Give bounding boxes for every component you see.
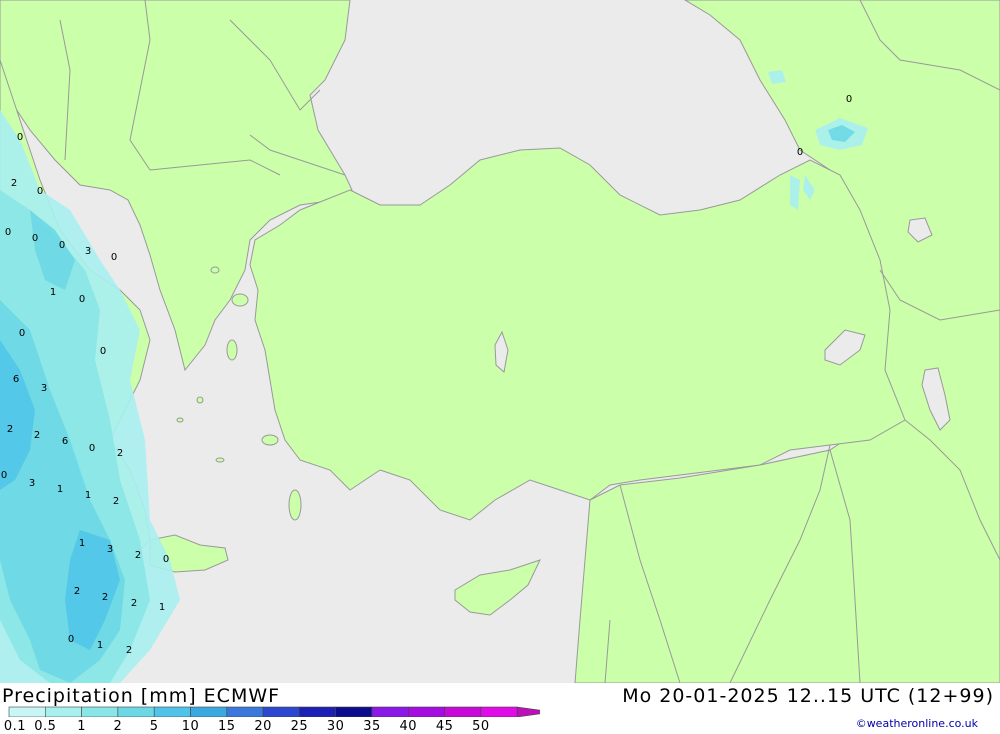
legend-tick-label: 5 xyxy=(149,719,159,734)
forecast-datetime: Mo 20-01-2025 12..15 UTC (12+99) xyxy=(622,685,994,707)
legend-swatch xyxy=(226,706,264,717)
legend-tick-label: 30 xyxy=(326,719,345,734)
precip-value: 0 xyxy=(111,252,117,263)
legend-swatch xyxy=(444,706,482,717)
legend-swatch xyxy=(407,706,445,717)
precip-value: 2 xyxy=(102,592,108,603)
credit-link[interactable]: ©weatheronline.co.uk xyxy=(856,717,978,730)
precip-value: 2 xyxy=(131,598,137,609)
legend-swatch xyxy=(8,706,46,717)
precip-value: 0 xyxy=(32,233,38,244)
precip-value: 6 xyxy=(13,374,19,385)
precip-value: 2 xyxy=(135,550,141,561)
legend-tick-label: 10 xyxy=(181,719,200,734)
precip-value: 2 xyxy=(117,448,123,459)
precip-value: 0 xyxy=(19,328,25,339)
map-title: Precipitation [mm] ECMWF xyxy=(2,685,281,707)
precip-value: 1 xyxy=(159,602,165,613)
legend-tick-label: 50 xyxy=(472,719,490,734)
legend-swatch xyxy=(335,706,373,717)
precip-value: 2 xyxy=(34,430,40,441)
precip-value: 0 xyxy=(846,94,852,105)
precip-value: 3 xyxy=(29,478,35,489)
legend-swatch xyxy=(262,706,300,717)
precipitation-map: 0 2 0 0 0 0 3 0 1 0 0 0 6 3 2 2 6 0 2 0 3 1 1 2 1 3 2 0 2 2 2 1 0 1 2 0 0 xyxy=(0,0,1000,683)
precip-value: 3 xyxy=(85,246,91,257)
legend-tick-label: 45 xyxy=(435,719,454,734)
precip-value: 0 xyxy=(5,227,11,238)
precip-value: 0 xyxy=(89,443,95,454)
legend-tick-label: 1 xyxy=(77,719,86,734)
precip-value: 3 xyxy=(41,383,47,394)
precip-value: 0 xyxy=(163,554,169,565)
legend-swatch xyxy=(153,706,191,717)
legend-swatch xyxy=(371,706,409,717)
precip-value: 0 xyxy=(59,240,65,251)
precip-value: 0 xyxy=(17,132,23,143)
precip-value: 2 xyxy=(7,424,13,435)
legend-swatch xyxy=(44,706,82,717)
precip-value: 0 xyxy=(797,147,803,158)
precip-value: 0 xyxy=(37,186,43,197)
precip-value: 0 xyxy=(1,470,7,481)
legend-swatch xyxy=(117,706,155,717)
legend-swatch xyxy=(190,706,228,717)
precip-value: 1 xyxy=(57,484,63,495)
precip-value: 0 xyxy=(79,294,85,305)
precip-value: 1 xyxy=(50,287,56,298)
precip-value: 3 xyxy=(107,544,113,555)
legend-tick-label: 0.1 xyxy=(3,719,27,734)
legend-tick-label: 20 xyxy=(254,719,272,734)
precip-value: 1 xyxy=(79,538,85,549)
precip-value: 1 xyxy=(85,490,91,501)
legend-swatch xyxy=(299,706,336,717)
legend-swatch xyxy=(480,706,518,717)
precip-value: 1 xyxy=(97,640,103,651)
precip-value: 2 xyxy=(11,178,17,189)
precip-value: 2 xyxy=(126,645,132,656)
legend-tick-label: 25 xyxy=(290,719,309,734)
legend-tick-label: 0.5 xyxy=(34,719,57,734)
legend-tick-label: 2 xyxy=(113,719,123,734)
legend-tick-label: 15 xyxy=(218,719,236,734)
precip-value: 2 xyxy=(74,586,80,597)
legend-swatch xyxy=(81,706,119,717)
precip-value: 6 xyxy=(62,436,68,447)
legend-swatch xyxy=(516,706,540,717)
footer-bar: 0.1 0.5 1 2 5 10 15 20 25 30 35 40 45 50 Precipitatio… xyxy=(0,683,1000,734)
precip-value: 2 xyxy=(113,496,119,507)
legend-tick-label: 35 xyxy=(363,719,381,734)
precip-value: 0 xyxy=(68,634,74,645)
precip-value: 0 xyxy=(100,346,106,357)
legend-tick-label: 40 xyxy=(399,719,418,734)
